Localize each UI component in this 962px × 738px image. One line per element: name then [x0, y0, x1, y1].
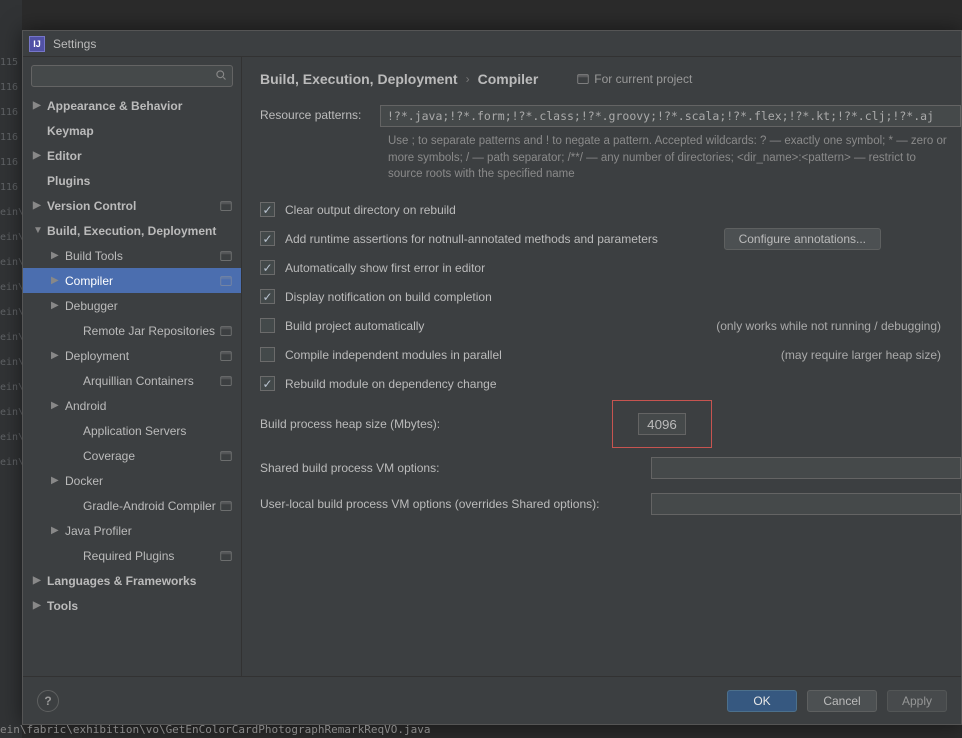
caret-icon: ▼	[33, 225, 43, 236]
tree-item-build-tools[interactable]: ▶Build Tools	[23, 243, 241, 268]
lbl-build-auto-side: (only works while not running / debuggin…	[716, 319, 961, 333]
tree-item-build-execution-deployment[interactable]: ▼Build, Execution, Deployment	[23, 218, 241, 243]
caret-icon: ▶	[51, 350, 61, 361]
user-vm-input[interactable]	[651, 493, 961, 515]
editor-gutter: 115116116116116116ein\ein\ein\ein\ein\ei…	[0, 0, 22, 738]
tree-item-arquillian-containers[interactable]: Arquillian Containers	[23, 368, 241, 393]
breadcrumb-b: Compiler	[478, 71, 539, 87]
caret-icon: ▶	[51, 475, 61, 486]
warning-title: WARNING!	[260, 672, 951, 676]
heap-label: Build process heap size (Mbytes):	[260, 417, 652, 431]
chk-rebuild-dep[interactable]	[260, 376, 275, 391]
search-icon	[215, 69, 227, 81]
tree-item-docker[interactable]: ▶Docker	[23, 468, 241, 493]
tree-item-application-servers[interactable]: Application Servers	[23, 418, 241, 443]
chk-first-error[interactable]	[260, 260, 275, 275]
heap-input[interactable]	[638, 413, 686, 435]
lbl-first-error[interactable]: Automatically show first error in editor	[285, 261, 485, 275]
breadcrumb: Build, Execution, Deployment › Compiler …	[260, 71, 961, 87]
caret-icon: ▶	[33, 575, 43, 586]
lbl-rebuild-dep[interactable]: Rebuild module on dependency change	[285, 377, 497, 391]
editor-path: ein\fabric\exhibition\vo\GetEnColorCardP…	[0, 723, 430, 736]
user-vm-label: User-local build process VM options (ove…	[260, 497, 651, 511]
settings-tree[interactable]: ▶Appearance & BehaviorKeymap▶EditorPlugi…	[23, 93, 241, 676]
lbl-notify-build[interactable]: Display notification on build completion	[285, 290, 492, 304]
caret-icon: ▶	[51, 250, 61, 261]
settings-content: Build, Execution, Deployment › Compiler …	[242, 57, 961, 676]
tree-item-java-profiler[interactable]: ▶Java Profiler	[23, 518, 241, 543]
dialog-title: Settings	[53, 37, 96, 51]
tree-item-coverage[interactable]: Coverage	[23, 443, 241, 468]
shared-vm-label: Shared build process VM options:	[260, 461, 651, 475]
breadcrumb-sep: ›	[466, 72, 470, 86]
lbl-add-runtime[interactable]: Add runtime assertions for notnull-annot…	[285, 232, 658, 246]
help-button[interactable]: ?	[37, 690, 59, 712]
caret-icon: ▶	[51, 525, 61, 536]
app-icon: IJ	[29, 36, 45, 52]
tree-item-deployment[interactable]: ▶Deployment	[23, 343, 241, 368]
chk-clear-output[interactable]	[260, 202, 275, 217]
lbl-build-auto[interactable]: Build project automatically	[285, 319, 424, 333]
tree-item-appearance-behavior[interactable]: ▶Appearance & Behavior	[23, 93, 241, 118]
caret-icon: ▶	[51, 400, 61, 411]
tree-item-tools[interactable]: ▶Tools	[23, 593, 241, 618]
search-input[interactable]	[31, 65, 233, 87]
tree-item-required-plugins[interactable]: Required Plugins	[23, 543, 241, 568]
settings-dialog: IJ Settings ▶Appearance & BehaviorKeymap…	[22, 30, 962, 725]
apply-button[interactable]: Apply	[887, 690, 947, 712]
warning-block: WARNING! If option 'Clear output directo…	[260, 672, 961, 676]
caret-icon: ▶	[33, 200, 43, 211]
heap-highlight	[612, 400, 712, 448]
lbl-clear-output[interactable]: Clear output directory on rebuild	[285, 203, 456, 217]
resource-label: Resource patterns:	[260, 105, 380, 122]
tree-item-version-control[interactable]: ▶Version Control	[23, 193, 241, 218]
tree-item-debugger[interactable]: ▶Debugger	[23, 293, 241, 318]
tree-item-keymap[interactable]: Keymap	[23, 118, 241, 143]
lbl-compile-parallel[interactable]: Compile independent modules in parallel	[285, 348, 502, 362]
chk-build-auto[interactable]	[260, 318, 275, 333]
resource-hint: Use ; to separate patterns and ! to nega…	[388, 133, 961, 183]
tree-item-gradle-android-compiler[interactable]: Gradle-Android Compiler	[23, 493, 241, 518]
caret-icon: ▶	[33, 600, 43, 611]
tree-item-editor[interactable]: ▶Editor	[23, 143, 241, 168]
ok-button[interactable]: OK	[727, 690, 797, 712]
caret-icon: ▶	[51, 275, 61, 286]
lbl-compile-parallel-side: (may require larger heap size)	[781, 348, 961, 362]
tree-item-remote-jar-repositories[interactable]: Remote Jar Repositories	[23, 318, 241, 343]
configure-annotations-button[interactable]: Configure annotations...	[724, 228, 881, 250]
dialog-footer: ? OK Cancel Apply	[23, 676, 961, 724]
tree-item-compiler[interactable]: ▶Compiler	[23, 268, 241, 293]
breadcrumb-a[interactable]: Build, Execution, Deployment	[260, 71, 458, 87]
tree-item-languages-frameworks[interactable]: ▶Languages & Frameworks	[23, 568, 241, 593]
chk-notify-build[interactable]	[260, 289, 275, 304]
cancel-button[interactable]: Cancel	[807, 690, 877, 712]
settings-sidebar: ▶Appearance & BehaviorKeymap▶EditorPlugi…	[23, 57, 242, 676]
for-project-label: For current project	[576, 72, 692, 86]
chk-add-runtime[interactable]	[260, 231, 275, 246]
tree-item-plugins[interactable]: Plugins	[23, 168, 241, 193]
caret-icon: ▶	[51, 300, 61, 311]
titlebar: IJ Settings	[23, 31, 961, 57]
tree-item-android[interactable]: ▶Android	[23, 393, 241, 418]
chk-compile-parallel[interactable]	[260, 347, 275, 362]
shared-vm-input[interactable]	[651, 457, 961, 479]
caret-icon: ▶	[33, 100, 43, 111]
caret-icon: ▶	[33, 150, 43, 161]
resource-patterns-input[interactable]	[380, 105, 961, 127]
